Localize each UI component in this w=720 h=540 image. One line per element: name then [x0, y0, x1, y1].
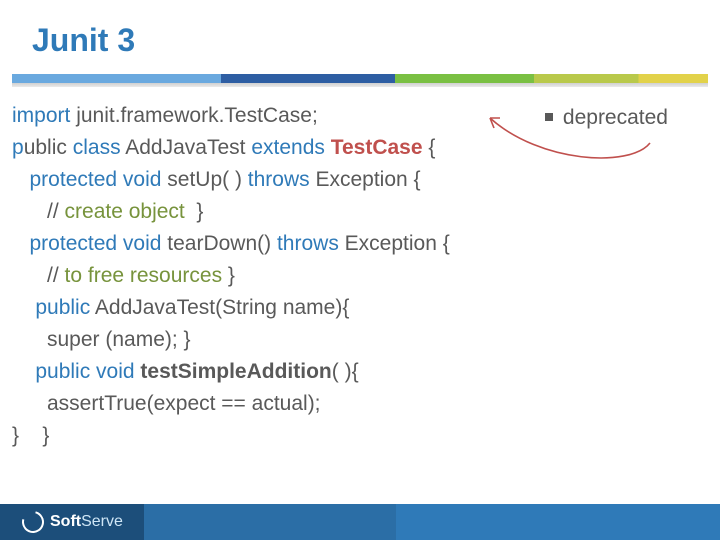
- footer: SoftServe: [0, 504, 720, 540]
- code-line: public class AddJavaTest extends TestCas…: [12, 132, 704, 164]
- code-line: // to free resources }: [12, 260, 704, 292]
- code-line: public AddJavaTest(String name){: [12, 292, 704, 324]
- divider: [12, 74, 708, 83]
- code-line: public void testSimpleAddition( ){: [12, 356, 704, 388]
- code-line: } }: [12, 420, 704, 452]
- code-line: import junit.framework.TestCase;: [12, 100, 704, 132]
- divider-shadow: [12, 83, 708, 87]
- brand-text: Soft: [50, 513, 81, 531]
- slide: Junit 3 deprecated import junit.framewor…: [0, 0, 720, 540]
- code-line: protected void tearDown() throws Excepti…: [12, 228, 704, 260]
- code-line: super (name); }: [12, 324, 704, 356]
- page-title: Junit 3: [32, 22, 135, 59]
- brand-text-2: Serve: [81, 513, 123, 531]
- code-block: import junit.framework.TestCase; public …: [12, 100, 704, 452]
- logo-icon: [18, 507, 48, 537]
- code-line: // create object }: [12, 196, 704, 228]
- brand-logo: SoftServe: [22, 511, 123, 533]
- code-line: assertTrue(expect == actual);: [12, 388, 704, 420]
- code-line: protected void setUp( ) throws Exception…: [12, 164, 704, 196]
